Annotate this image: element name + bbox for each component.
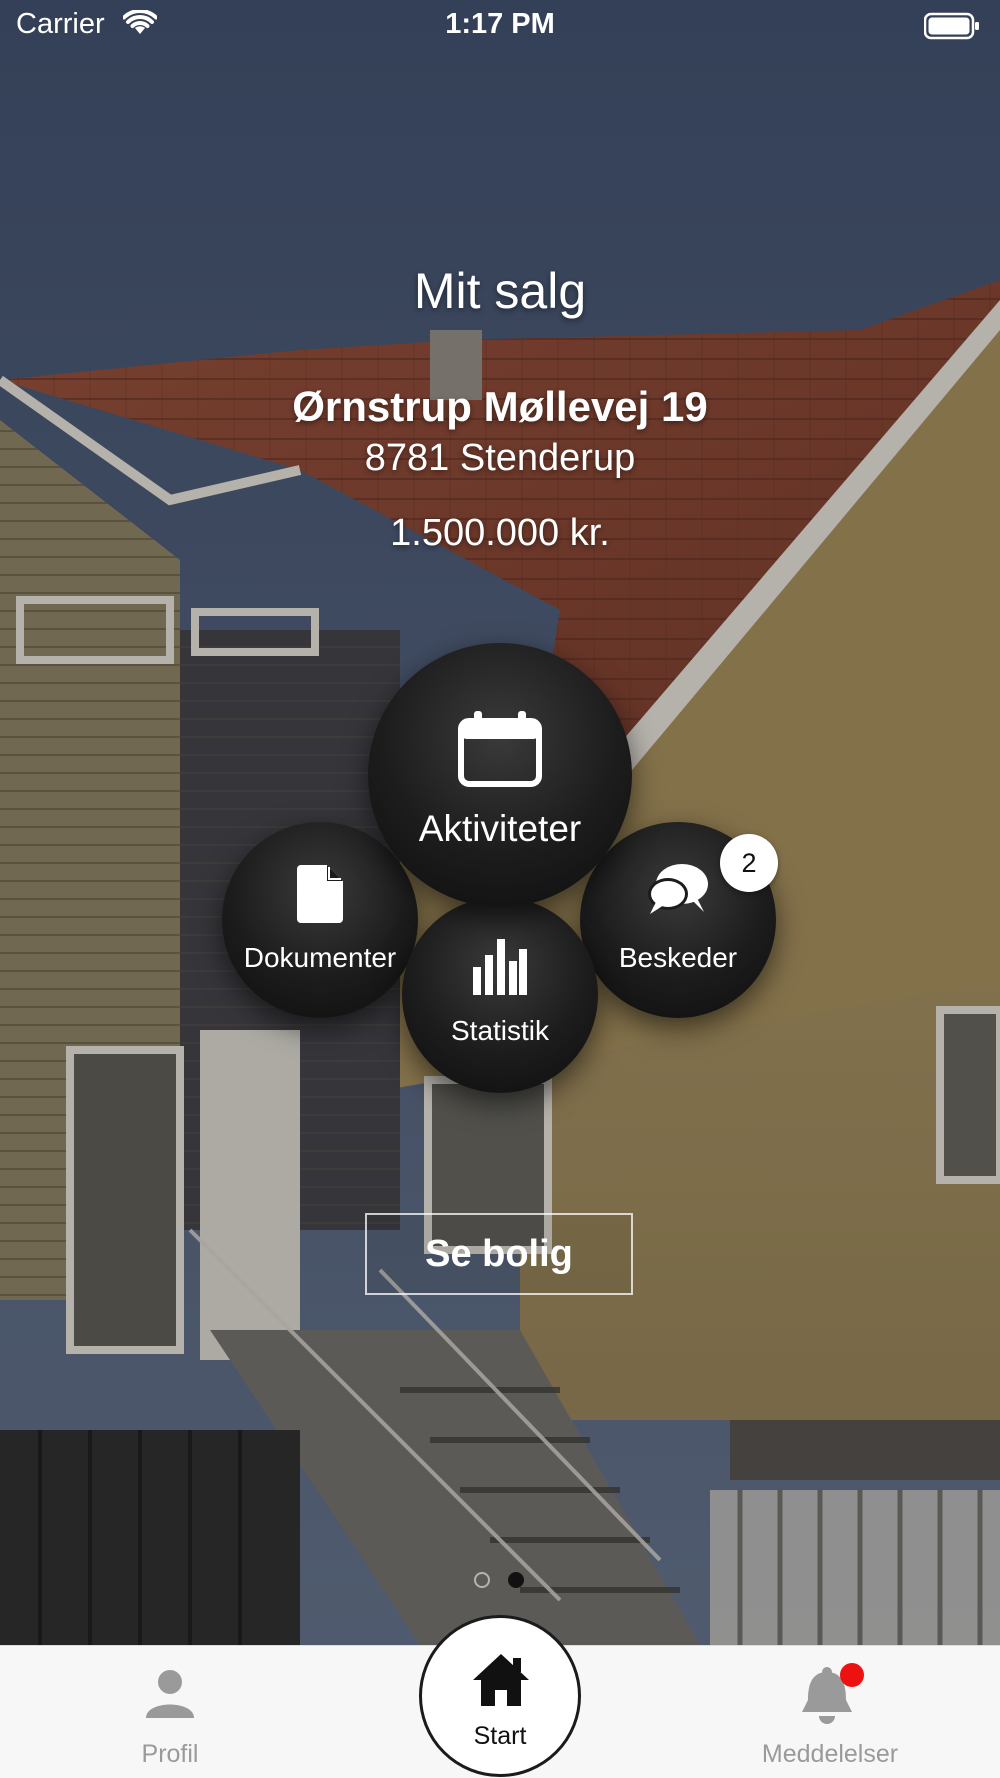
activities-button[interactable]: Aktiviteter	[368, 643, 632, 907]
activities-label: Aktiviteter	[418, 808, 582, 849]
status-bar: Carrier 1:17 PM	[0, 0, 1000, 52]
property-street: Ørnstrup Møllevej 19	[292, 383, 708, 430]
page-indicator-1[interactable]	[474, 1572, 490, 1588]
document-icon	[297, 865, 343, 928]
documents-button[interactable]: Dokumenter	[222, 822, 418, 1018]
tab-meddelelser-label: Meddelelser	[761, 1740, 899, 1768]
messages-label: Beskeder	[618, 942, 738, 973]
person-icon	[144, 1668, 196, 1725]
documents-label: Dokumenter	[243, 942, 397, 973]
messages-badge: 2	[720, 834, 778, 892]
property-price: 1.500.000 kr.	[390, 512, 610, 554]
statistics-label: Statistik	[450, 1015, 550, 1046]
see-property-button[interactable]: Se bolig	[365, 1213, 633, 1295]
page-indicator-2-active[interactable]	[508, 1572, 524, 1588]
property-city: 8781 Stenderup	[364, 437, 636, 479]
page-title: Mit salg	[413, 263, 587, 319]
tab-profil[interactable]: Profil	[100, 1646, 240, 1778]
tab-start[interactable]: Start	[419, 1615, 581, 1777]
tab-start-label: Start	[473, 1722, 527, 1750]
statistics-button[interactable]: Statistik	[402, 897, 598, 1093]
tab-meddelelser[interactable]: Meddelelser	[740, 1646, 920, 1778]
bar-chart-icon	[473, 939, 527, 1000]
home-icon	[471, 1652, 531, 1713]
battery-icon	[923, 12, 980, 45]
status-time: 1:17 PM	[445, 8, 555, 40]
notification-dot	[840, 1663, 864, 1687]
tab-profil-label: Profil	[141, 1740, 199, 1768]
chat-bubbles-icon	[646, 862, 710, 923]
calendar-icon	[458, 711, 542, 792]
home-screen: Carrier 1:17 PM Mit salg Ørnstrup Møllev…	[0, 0, 1000, 1778]
